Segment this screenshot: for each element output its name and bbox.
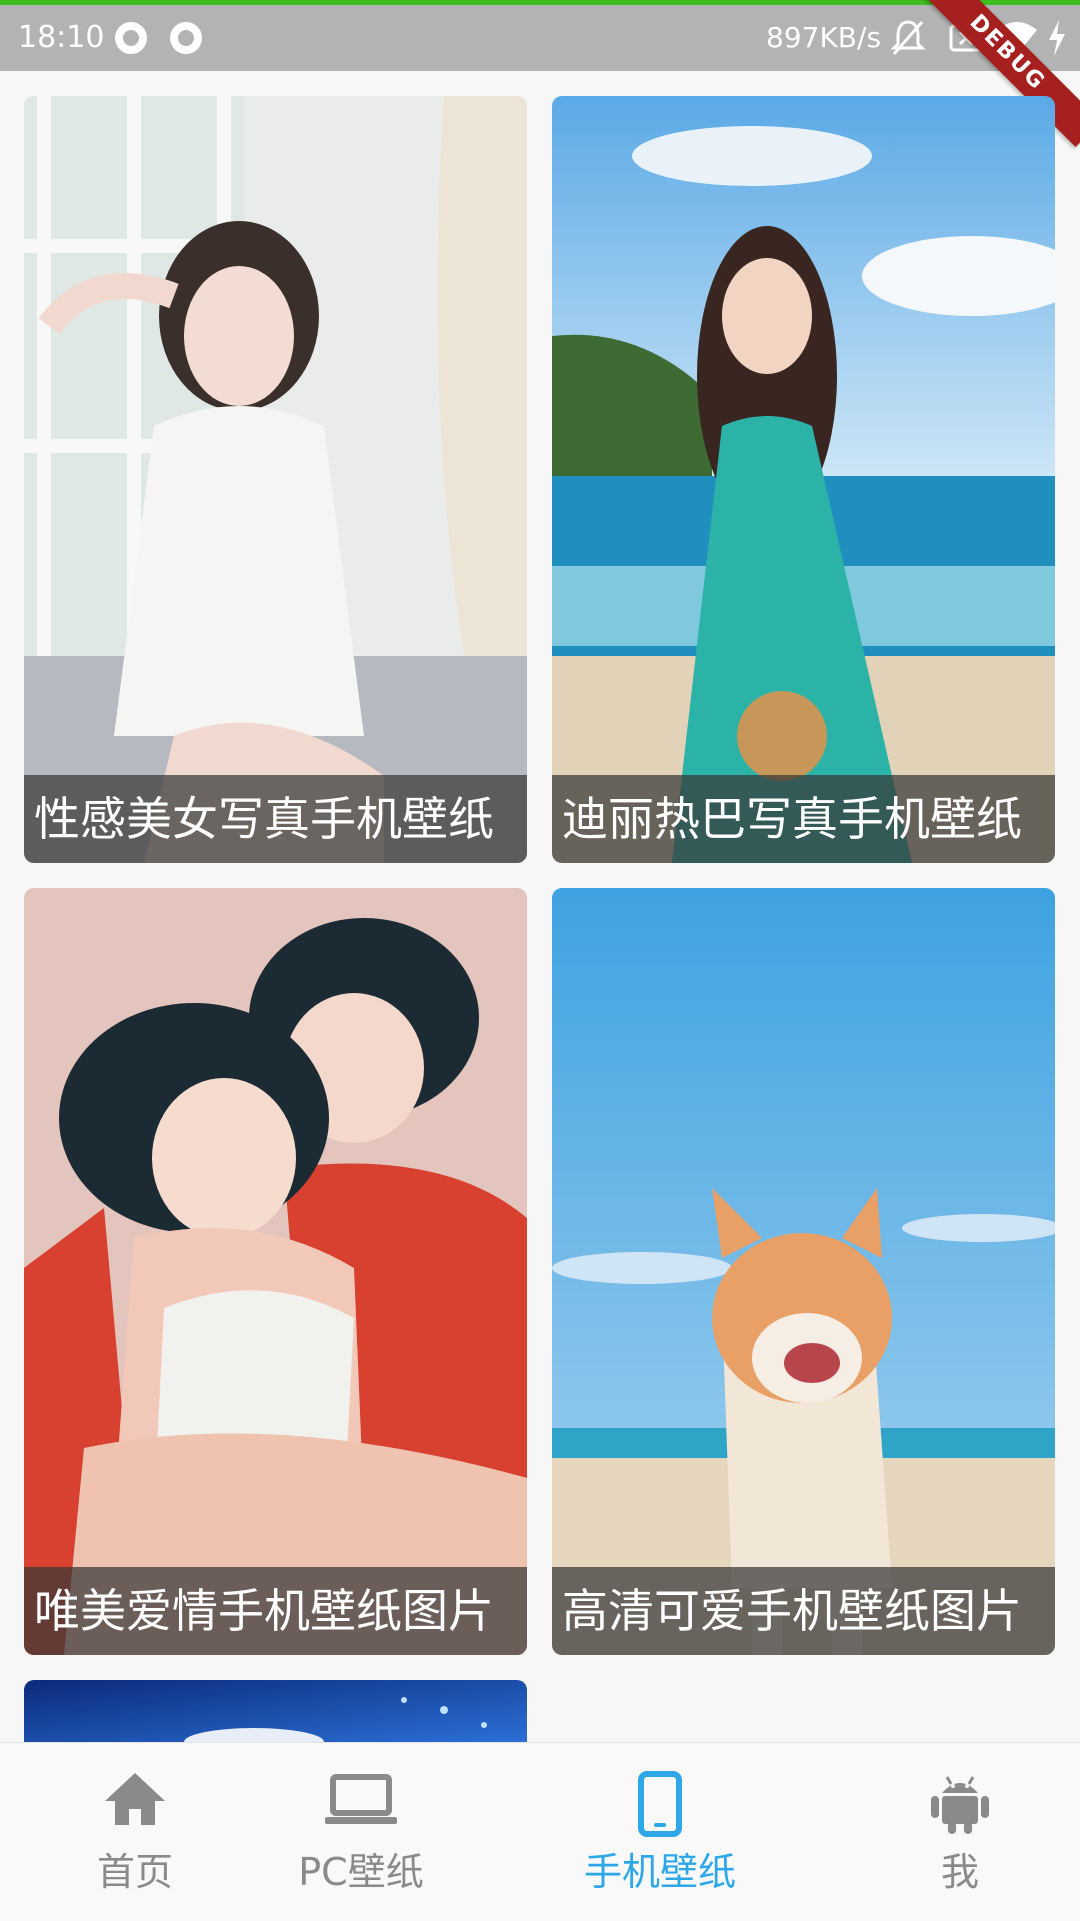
nav-item-me[interactable]: 我: [825, 1743, 1080, 1921]
wallpaper-image: [24, 96, 527, 863]
status-time: 18:10: [18, 20, 105, 55]
wallpaper-card[interactable]: 性感美女写真手机壁纸: [24, 96, 527, 863]
wallpaper-image: [24, 1680, 527, 1742]
wallpaper-image: [552, 96, 1055, 863]
wallpaper-card[interactable]: 唯美爱情手机壁纸图片: [24, 888, 527, 1655]
charging-icon: [1049, 20, 1065, 56]
nav-item-phone-wallpaper[interactable]: 手机壁纸: [525, 1743, 795, 1921]
bottom-navigation: 首页 PC壁纸 手机壁纸 我: [0, 1742, 1080, 1921]
notification-dot-icon: [115, 22, 147, 54]
nav-label: 我: [940, 1850, 979, 1894]
wallpaper-card[interactable]: [24, 1680, 527, 1742]
laptop-icon: [325, 1774, 397, 1824]
wallpaper-card[interactable]: 高清可爱手机壁纸图片: [552, 888, 1055, 1655]
wallpaper-image: [552, 888, 1055, 1655]
home-icon: [105, 1773, 165, 1825]
bell-muted-icon: [890, 20, 926, 55]
android-icon: [931, 1776, 989, 1834]
notification-dot-icon: [170, 22, 202, 54]
wallpaper-title: 迪丽热巴写真手机壁纸: [552, 775, 1055, 863]
network-speed: 897KB/s: [766, 21, 882, 54]
nav-label: 手机壁纸: [583, 1850, 736, 1894]
nav-item-pc-wallpaper[interactable]: PC壁纸: [226, 1743, 496, 1921]
wallpaper-title: 高清可爱手机壁纸图片: [552, 1567, 1055, 1655]
wallpaper-card[interactable]: 迪丽热巴写真手机壁纸: [552, 96, 1055, 863]
nav-label: PC壁纸: [298, 1850, 424, 1894]
status-bar: 18:10 897KB/s DEBUG: [0, 0, 1080, 148]
wallpaper-title: 性感美女写真手机壁纸: [24, 775, 527, 863]
wallpaper-title: 唯美爱情手机壁纸图片: [24, 1567, 527, 1655]
wallpaper-image: [24, 888, 527, 1655]
phone-icon: [638, 1771, 682, 1837]
